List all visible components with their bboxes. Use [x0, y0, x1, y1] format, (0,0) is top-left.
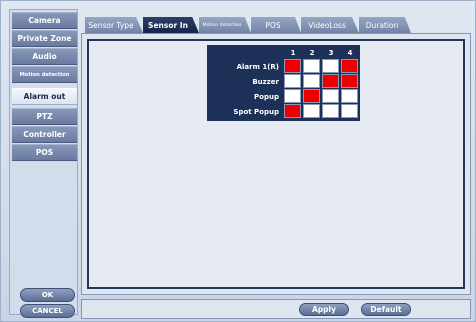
alarm-matrix: 1 2 3 4 Alarm 1(R) Buzzer Popup Spot Pop…	[207, 45, 360, 121]
settings-area: 1 2 3 4 Alarm 1(R) Buzzer Popup Spot Pop…	[87, 39, 465, 289]
matrix-cell-r1-c1[interactable]	[284, 59, 301, 73]
tab-motion-detection[interactable]: Motion detection	[199, 17, 251, 33]
column-header-1: 1	[290, 49, 296, 57]
matrix-cell-r4-c2[interactable]	[303, 104, 320, 118]
matrix-cell-r4-c1[interactable]	[284, 104, 301, 118]
column-header-3: 3	[328, 49, 334, 57]
matrix-cell-r2-c1[interactable]	[284, 74, 301, 88]
matrix-cell-r2-c3[interactable]	[322, 74, 339, 88]
sidebar-item-motion-detection[interactable]: Motion detection	[12, 66, 77, 83]
matrix-cell-r1-c4[interactable]	[341, 59, 358, 73]
matrix-cell-r3-c3[interactable]	[322, 89, 339, 103]
ok-button[interactable]: OK	[20, 288, 75, 302]
tab-sensor-in[interactable]: Sensor In	[143, 17, 199, 33]
sidebar-item-audio[interactable]: Audio	[12, 48, 77, 65]
apply-button[interactable]: Apply	[299, 303, 349, 316]
row-label-popup: Popup	[254, 92, 279, 101]
matrix-cell-r3-c1[interactable]	[284, 89, 301, 103]
sidebar-item-alarm-out[interactable]: Alarm out	[12, 88, 77, 105]
default-button[interactable]: Default	[361, 303, 411, 316]
sidebar-item-controller[interactable]: Controller	[12, 126, 77, 143]
matrix-cell-r3-c2[interactable]	[303, 89, 320, 103]
matrix-cell-r1-c2[interactable]	[303, 59, 320, 73]
sidebar-item-private-zone[interactable]: Private Zone	[12, 30, 77, 47]
matrix-cell-r2-c4[interactable]	[341, 74, 358, 88]
action-bar: Apply Default	[81, 299, 471, 319]
column-header-2: 2	[309, 49, 315, 57]
sidebar: Camera Private Zone Audio Motion detecti…	[9, 9, 78, 318]
sidebar-item-ptz[interactable]: PTZ	[12, 108, 77, 125]
sidebar-item-camera[interactable]: Camera	[12, 12, 77, 29]
row-label-buzzer: Buzzer	[252, 77, 279, 86]
tab-sensor-type[interactable]: Sensor Type	[85, 17, 143, 33]
row-label-spot-popup: Spot Popup	[233, 107, 279, 116]
matrix-cell-r2-c2[interactable]	[303, 74, 320, 88]
content-panel: 1 2 3 4 Alarm 1(R) Buzzer Popup Spot Pop…	[81, 33, 471, 295]
tab-duration[interactable]: Duration	[359, 17, 411, 33]
window-frame: Camera Private Zone Audio Motion detecti…	[0, 0, 476, 322]
tab-videoloss[interactable]: VideoLoss	[301, 17, 359, 33]
tab-pos[interactable]: POS	[251, 17, 301, 33]
sidebar-item-pos[interactable]: POS	[12, 144, 77, 161]
matrix-cell-r4-c3[interactable]	[322, 104, 339, 118]
matrix-cell-r1-c3[interactable]	[322, 59, 339, 73]
cancel-button[interactable]: CANCEL	[20, 304, 75, 318]
row-label-alarm-1: Alarm 1(R)	[236, 62, 279, 71]
column-header-4: 4	[347, 49, 353, 57]
matrix-cell-r4-c4[interactable]	[341, 104, 358, 118]
matrix-cell-r3-c4[interactable]	[341, 89, 358, 103]
